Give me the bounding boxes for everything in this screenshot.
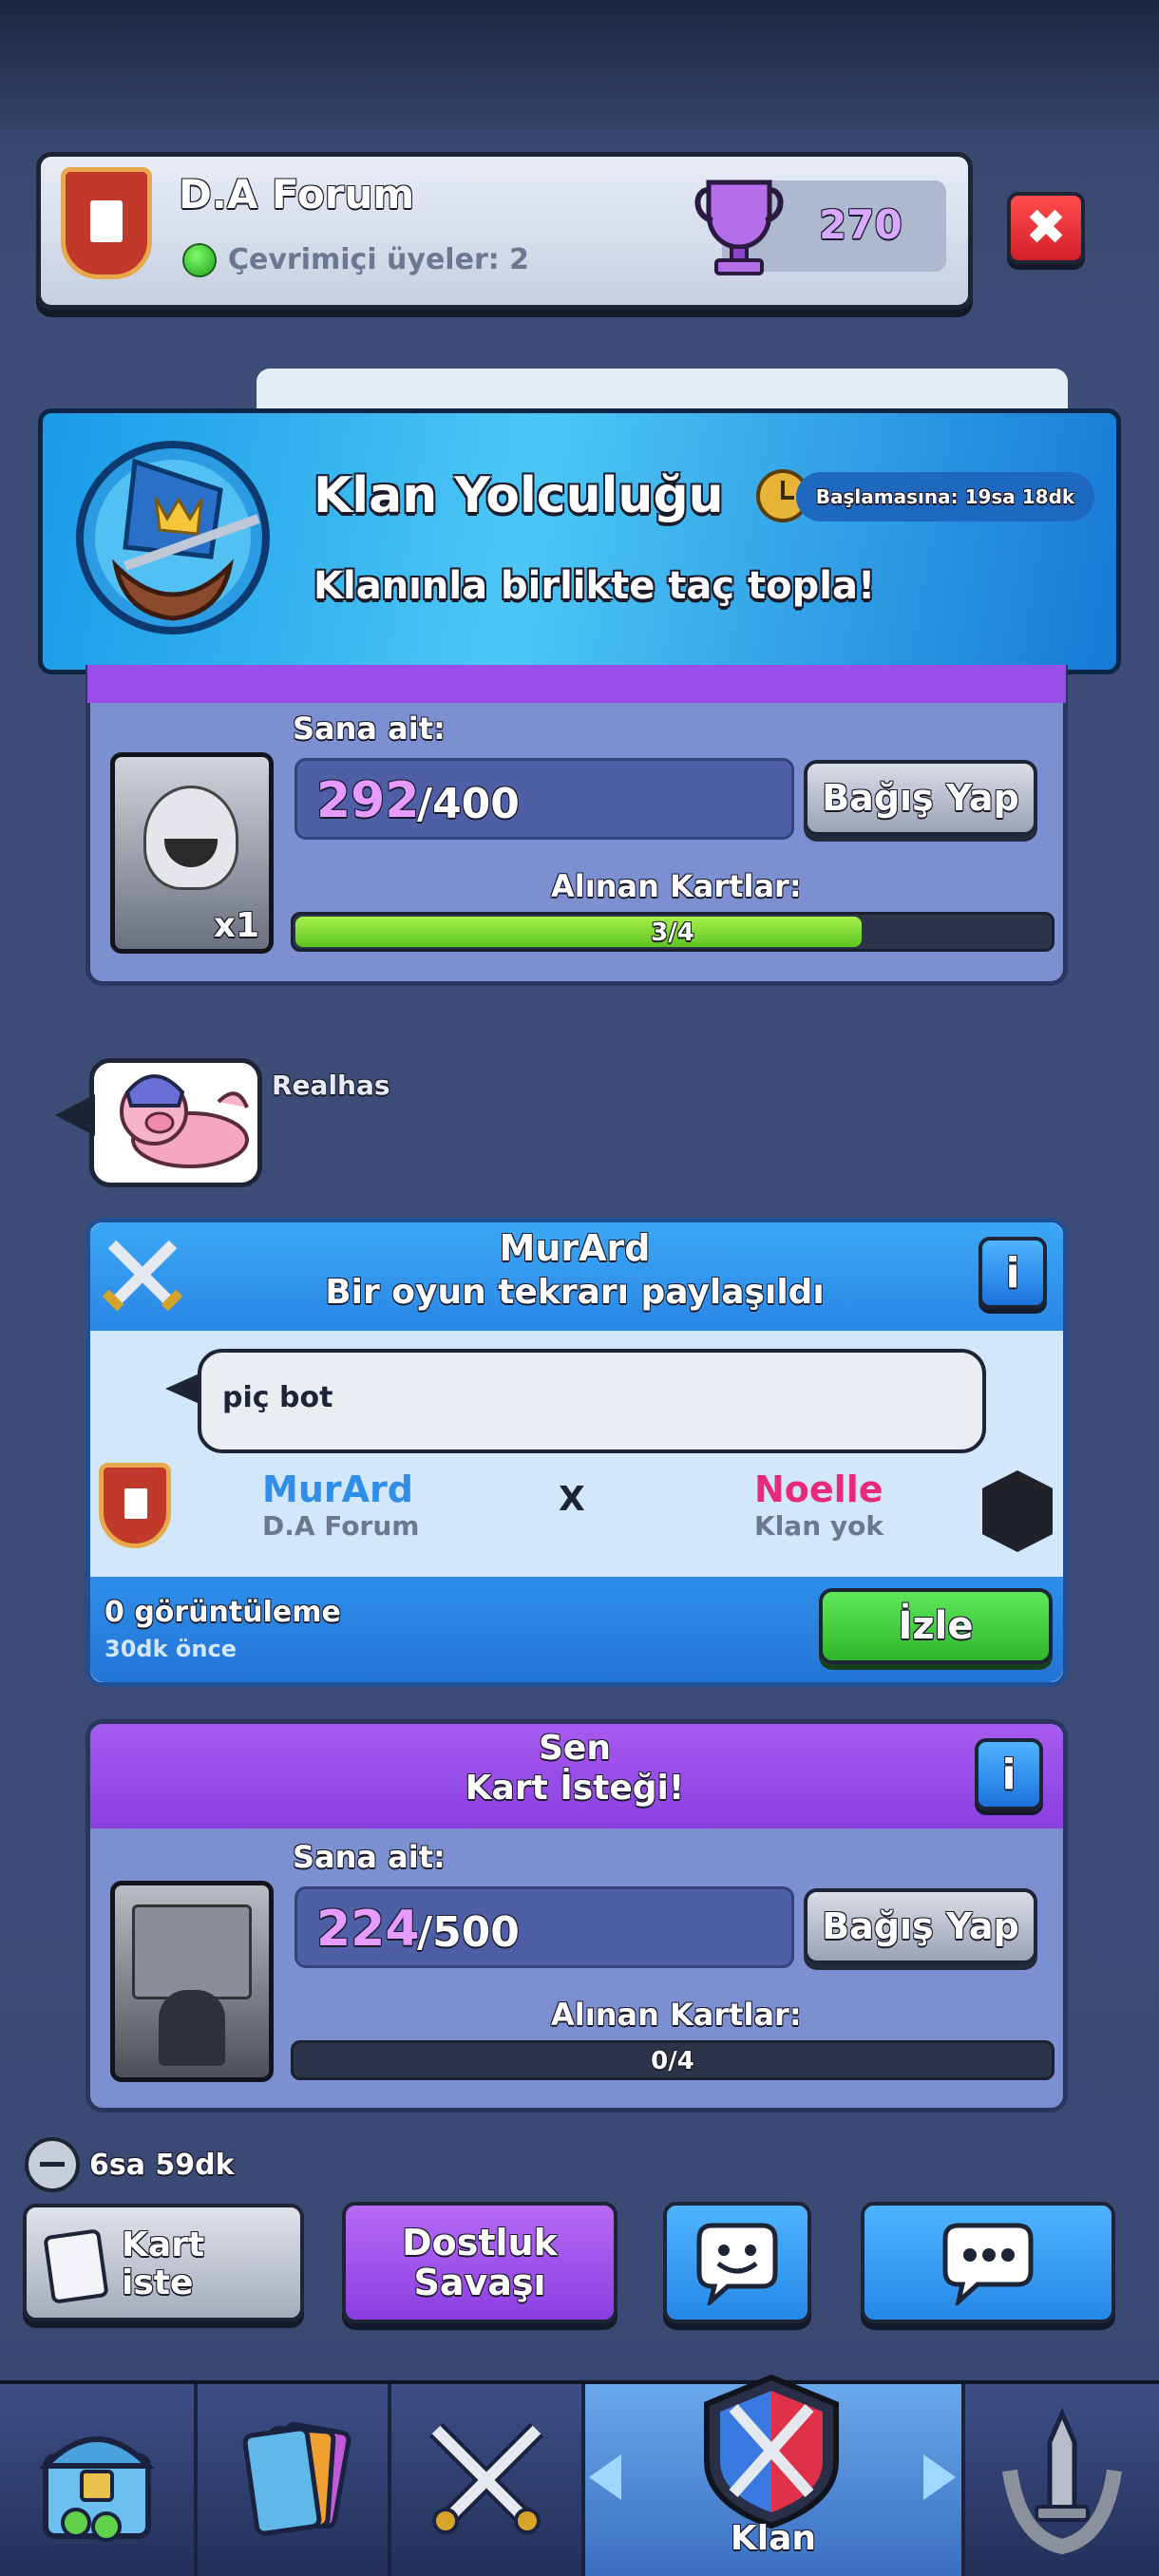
watch-button[interactable]: İzle <box>819 1588 1053 1664</box>
my-received-cards-label: Alınan Kartlar: <box>551 1997 802 2033</box>
nav-clan[interactable] <box>646 2365 897 2536</box>
nav-events[interactable] <box>965 2384 1159 2576</box>
chat-button[interactable] <box>861 2202 1115 2323</box>
my-owned-cards-field: 224 /500 <box>294 1886 794 1968</box>
replay-views: 0 görüntüleme <box>104 1596 341 1629</box>
nav-cards[interactable] <box>198 2384 388 2576</box>
smiley-emote-icon <box>696 2223 778 2305</box>
emote-bubble-tail <box>55 1094 95 1136</box>
my-requested-card-image <box>110 1881 274 2082</box>
cooldown-icon <box>25 2137 80 2192</box>
owned-cards-field: 292 /400 <box>294 758 794 840</box>
request-card-label-1: Kart <box>122 2226 205 2264</box>
banner-title: Klan Yolculuğu <box>314 467 724 524</box>
replay-comment: piç bot <box>222 1381 333 1414</box>
friendly-battle-label-1: Dostluk <box>402 2222 558 2263</box>
battle-icon <box>428 2422 544 2534</box>
owned-count: 292 <box>316 772 420 829</box>
request-card-label-2: iste <box>122 2263 194 2302</box>
versus-label: X <box>559 1480 585 1519</box>
clan-icon <box>704 2374 839 2529</box>
my-owned-count: 224 <box>316 1901 420 1958</box>
clan-boat-icon <box>76 441 270 635</box>
replay-title: Bir oyun tekrarı paylaşıldı <box>325 1273 825 1312</box>
banner-subtitle: Klanınla birlikte taç topla! <box>314 564 876 608</box>
shop-icon <box>38 2436 156 2542</box>
my-needed-count: /500 <box>417 1908 520 1957</box>
cards-icon <box>242 2421 352 2536</box>
nav-right-arrow-icon[interactable] <box>923 2454 956 2500</box>
yours-label: Sana ait: <box>293 710 446 747</box>
received-cards-label: Alınan Kartlar: <box>551 868 802 904</box>
nav-clan-label: Klan <box>730 2519 817 2558</box>
close-icon: ✖ <box>1025 199 1067 256</box>
comment-bubble-tail <box>165 1373 200 1404</box>
crossed-swords-icon <box>102 1240 183 1312</box>
requested-card-image: x1 <box>110 752 274 954</box>
pig-emote-icon <box>120 1074 249 1168</box>
cooldown-time: 6sa 59dk <box>89 2149 235 2182</box>
player1-name: MurArd <box>262 1468 413 1510</box>
my-received-progress-text: 0/4 <box>651 2047 694 2075</box>
my-yours-label: Sana ait: <box>293 1839 446 1875</box>
replay-author: MurArd <box>499 1227 651 1269</box>
donate-button[interactable]: Bağış Yap <box>804 760 1037 836</box>
needed-count: /400 <box>417 780 520 828</box>
friendly-battle-label-2: Savaşı <box>413 2262 546 2303</box>
my-request-info-button[interactable]: i <box>975 1738 1043 1810</box>
trophy-count: 270 <box>819 201 902 248</box>
card-icon <box>43 2228 109 2304</box>
my-request-author: Sen <box>539 1729 611 1768</box>
nav-shop[interactable] <box>0 2384 194 2576</box>
emote-button[interactable] <box>663 2202 811 2323</box>
emote-author: Realhas <box>272 1070 390 1101</box>
received-progress-text: 3/4 <box>651 919 694 947</box>
my-received-progress-bar: 0/4 <box>291 2040 1054 2080</box>
nav-battle[interactable] <box>391 2384 581 2576</box>
my-request-title: Kart İsteği! <box>465 1769 685 1808</box>
chat-bubble-icon <box>942 2223 1034 2305</box>
clan-name: D.A Forum <box>179 171 415 218</box>
card-count: x1 <box>213 906 259 945</box>
player1-clan-badge-icon <box>99 1463 171 1548</box>
replay-time: 30dk önce <box>104 1636 237 1662</box>
replay-info-button[interactable]: i <box>978 1237 1047 1309</box>
player2-name: Noelle <box>754 1468 884 1510</box>
clan-badge-icon <box>61 167 152 279</box>
banner-timer: Başlamasına: 19sa 18dk <box>796 472 1094 521</box>
close-button[interactable]: ✖ <box>1007 192 1085 264</box>
my-donate-button[interactable]: Bağış Yap <box>804 1888 1037 1964</box>
request-card-button[interactable]: Kart iste <box>23 2204 304 2321</box>
events-icon <box>1002 2407 1122 2555</box>
trophy-icon <box>694 180 784 275</box>
player1-clan: D.A Forum <box>262 1510 420 1542</box>
request-header-strip <box>87 665 1066 703</box>
friendly-battle-button[interactable]: Dostluk Savaşı <box>342 2202 618 2323</box>
online-members-label: Çevrimiçi üyeler: 2 <box>228 243 530 276</box>
player2-clan: Klan yok <box>754 1510 884 1542</box>
received-progress-bar: 3/4 <box>291 912 1054 952</box>
nav-left-arrow-icon[interactable] <box>589 2454 621 2500</box>
online-indicator-icon <box>182 243 217 277</box>
